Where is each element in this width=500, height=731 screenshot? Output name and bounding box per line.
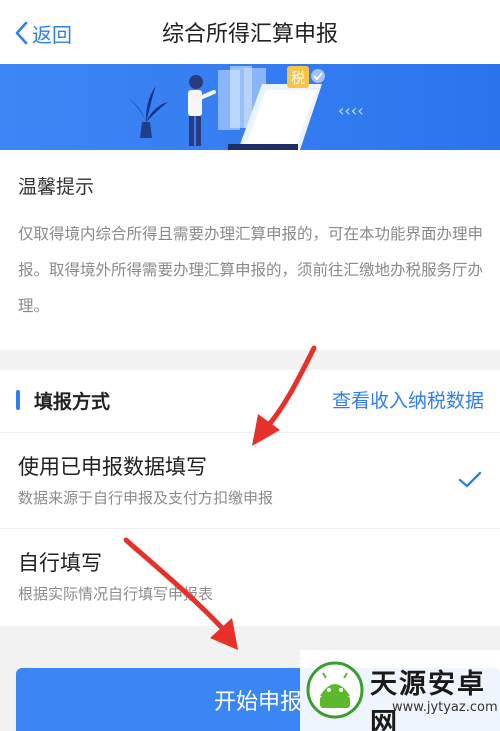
section-title: 填报方式 <box>34 391 111 413</box>
plant-icon <box>122 86 168 138</box>
watermark: 天源安卓网 www.jytyaz.com <box>300 650 500 731</box>
page-title: 综合所得汇算申报 <box>161 22 338 47</box>
watermark-name: 天源安卓网 <box>370 669 486 731</box>
person-illustration <box>188 75 216 146</box>
option-desc: 数据来源于自行申报及支付方扣缴申报 <box>18 489 274 507</box>
tips-body: 仅取得境内综合所得且需要办理汇算申报的，可在本功能界面办理申报。取得境外所得需要… <box>18 225 484 315</box>
watermark-url: www.jytyaz.com <box>392 700 498 715</box>
option-title: 自行填写 <box>18 551 102 575</box>
banner-illustration: 税 ‹‹‹‹ <box>122 66 364 150</box>
screen: 返回 综合所得汇算申报 税 ‹‹‹‹ 温馨提示 仅取得境内综合所得且需要办理汇算… <box>0 0 500 731</box>
checkmark-icon <box>458 471 482 493</box>
filing-method-card: 填报方式 查看收入纳税数据 使用已申报数据填写 数据来源于自行申报及支付方扣缴申… <box>0 370 500 626</box>
tips-card: 温馨提示 仅取得境内综合所得且需要办理汇算申报的，可在本功能界面办理申报。取得境… <box>0 150 500 350</box>
android-logo-icon <box>306 660 364 724</box>
tips-title: 温馨提示 <box>18 176 95 198</box>
banner: 税 ‹‹‹‹ <box>0 64 500 150</box>
view-income-tax-data-link[interactable]: 查看收入纳税数据 <box>332 386 484 413</box>
option-desc: 根据实际情况自行填写申报表 <box>18 585 214 603</box>
section-marker <box>16 390 20 410</box>
option-use-declared-data[interactable]: 使用已申报数据填写 数据来源于自行申报及支付方扣缴申报 <box>0 432 500 528</box>
option-title: 使用已申报数据填写 <box>18 455 207 479</box>
chevrons-icon: ‹‹‹‹ <box>338 101 364 120</box>
tax-badge-label: 税 <box>291 71 305 87</box>
header-bar: 返回 综合所得汇算申报 <box>0 0 500 64</box>
option-self-fill[interactable]: 自行填写 根据实际情况自行填写申报表 <box>0 528 500 624</box>
